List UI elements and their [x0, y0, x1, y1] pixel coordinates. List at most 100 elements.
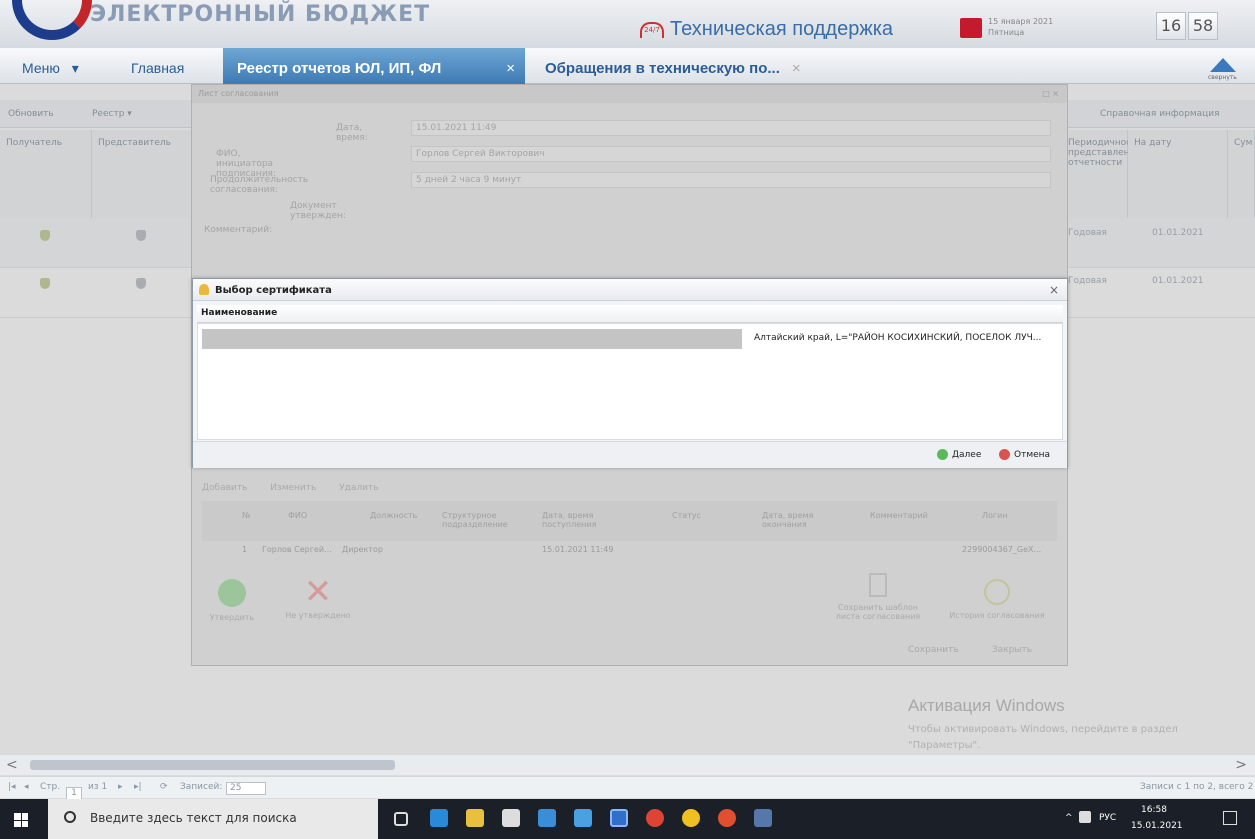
last-page-icon[interactable]: ▸| — [134, 782, 142, 792]
file-explorer-icon[interactable] — [466, 809, 484, 827]
col-header: Структурное подразделение — [442, 511, 508, 529]
cancel-circle-icon — [999, 449, 1010, 460]
tab-reports-registry-label: Реестр отчетов ЮЛ, ИП, ФЛ — [237, 60, 442, 77]
yandex-icon[interactable] — [682, 809, 700, 827]
notifications-icon[interactable] — [1223, 811, 1237, 825]
certificate-row[interactable]: Алтайский край, L="РАЙОН КОСИХИНСКИЙ, ПО… — [202, 329, 1058, 349]
logo-icon — [12, 0, 92, 40]
page-label: Стр. — [40, 782, 61, 792]
support-24-7-icon: 24/7 — [640, 21, 664, 38]
col-header: Статус — [672, 511, 701, 520]
col-header: ФИО — [288, 511, 308, 520]
first-page-icon[interactable]: |◂ — [8, 782, 16, 792]
horizontal-scrollbar[interactable]: < > — [0, 755, 1255, 775]
cancel-button[interactable]: Отмена — [999, 449, 1050, 460]
tab-reports-registry[interactable]: Реестр отчетов ЮЛ, ИП, ФЛ × — [223, 48, 525, 84]
approval-sheet-title: Лист согласования — [198, 89, 279, 98]
cell: 15.01.2021 11:49 — [542, 545, 614, 554]
refresh-icon[interactable]: ⟳ — [160, 782, 168, 792]
chrome-icon[interactable] — [646, 809, 664, 827]
column-header-name[interactable]: Наименование — [197, 305, 1063, 323]
home-tab[interactable]: Главная — [131, 60, 184, 76]
search-icon — [64, 811, 76, 823]
approve-label: Утвердить — [209, 613, 255, 622]
scroll-right-icon[interactable]: > — [1235, 757, 1247, 773]
approver-row[interactable]: 1 Горлов Сергей... Директор 15.01.2021 1… — [202, 541, 1057, 559]
reject-button[interactable]: ✕ Не утверждено — [278, 572, 358, 620]
windows-activation-text: Чтобы активировать Windows, перейдите в … — [908, 724, 1178, 751]
field-label: Документ утвержден: — [290, 201, 346, 221]
tab-support-requests[interactable]: Обращения в техническую по... × — [545, 60, 801, 77]
cell: Директор — [342, 545, 383, 554]
store-icon[interactable] — [502, 809, 520, 827]
x-icon: ✕ — [303, 572, 333, 612]
network-icon[interactable] — [1079, 811, 1091, 823]
cancel-label: Отмена — [1014, 449, 1051, 460]
col-header: Дата, время окончания — [762, 511, 814, 529]
history-label: История согласования — [949, 611, 1045, 620]
next-label: Далее — [952, 449, 982, 460]
add-approver-button[interactable]: Добавить — [202, 483, 247, 493]
scroll-left-icon[interactable]: < — [6, 757, 18, 773]
clock-minutes: 58 — [1188, 12, 1218, 40]
tray-arrow-icon[interactable]: ^ — [1065, 813, 1073, 823]
bg-save-button[interactable]: Сохранить — [908, 645, 959, 655]
windows-start-icon[interactable] — [14, 813, 28, 827]
records-per-page-select[interactable]: 25 — [226, 782, 266, 795]
checkmark-icon — [218, 579, 246, 607]
mail-icon[interactable] — [538, 809, 556, 827]
next-button[interactable]: Далее — [937, 449, 981, 460]
cell: 2299004367_GeX... — [962, 545, 1042, 554]
taskbar-search[interactable]: Введите здесь текст для поиска — [48, 799, 378, 839]
history-button[interactable]: История согласования — [942, 579, 1052, 620]
save-template-button[interactable]: Сохранить шаблон листа согласования — [828, 573, 928, 621]
prev-page-icon[interactable]: ◂ — [24, 782, 29, 792]
close-icon[interactable]: × — [506, 60, 515, 77]
pager: |◂ ◂ Стр. 1 из 1 ▸ ▸| ⟳ Записей: 25 Запи… — [0, 776, 1255, 800]
search-placeholder: Введите здесь текст для поиска — [90, 811, 297, 825]
field-label: Дата, время: — [336, 123, 368, 143]
date-line1: 15 января 2021 — [988, 17, 1054, 26]
approve-button[interactable]: Утвердить — [202, 579, 262, 622]
approval-sheet-titlebar: Лист согласования □ × — [192, 85, 1067, 103]
dialog-titlebar: Выбор сертификата × — [193, 279, 1067, 301]
brand-title: ЭЛЕКТРОННЫЙ БЮДЖЕТ — [90, 2, 431, 27]
close-icon[interactable]: × — [792, 60, 801, 77]
scroll-thumb[interactable] — [30, 760, 395, 770]
chevron-down-icon: ▾ — [71, 60, 79, 76]
window-controls-icon[interactable]: □ × — [1042, 89, 1059, 98]
col-header: № — [242, 511, 251, 520]
key-icon — [199, 284, 209, 295]
menu-button[interactable]: Меню ▾ — [22, 60, 79, 77]
certificate-subject: Алтайский край, L="РАЙОН КОСИХИНСКИЙ, ПО… — [754, 333, 1042, 343]
app-icon[interactable] — [574, 809, 592, 827]
task-view-icon[interactable] — [394, 812, 408, 826]
edit-approver-button[interactable]: Изменить — [270, 483, 316, 493]
page-of: из 1 — [88, 782, 108, 792]
app-icon[interactable] — [754, 809, 772, 827]
remove-approver-button[interactable]: Удалить — [339, 483, 378, 493]
windows-activation-title: Активация Windows — [908, 696, 1065, 715]
close-icon[interactable]: × — [1049, 283, 1059, 297]
approvers-header: № ФИО Должность Структурное подразделени… — [202, 501, 1057, 541]
field-label: Продолжительность согласования: — [210, 175, 309, 195]
menu-label: Меню — [22, 60, 60, 76]
ie-icon[interactable] — [610, 809, 628, 827]
field-value: 5 дней 2 часа 9 минут — [411, 172, 1051, 188]
clock-hours: 16 — [1156, 12, 1186, 40]
edge-icon[interactable] — [430, 809, 448, 827]
header-date: 15 января 2021 Пятница — [988, 16, 1053, 38]
cell: Горлов Сергей... — [262, 545, 332, 554]
field-value: 15.01.2021 11:49 — [411, 120, 1051, 136]
col-header: Дата, время поступления — [542, 511, 597, 529]
language-indicator[interactable]: РУС — [1099, 813, 1116, 823]
field-value: Горлов Сергей Викторович — [411, 146, 1051, 162]
certificate-select-dialog: Выбор сертификата × Наименование Алтайск… — [192, 278, 1068, 468]
tech-support-link[interactable]: 24/7 Техническая поддержка — [640, 18, 893, 41]
col-header: Комментарий — [870, 511, 928, 520]
history-icon — [984, 579, 1010, 605]
next-page-icon[interactable]: ▸ — [118, 782, 123, 792]
tray-time: 16:58 — [1141, 805, 1167, 815]
app-badge-icon[interactable] — [718, 809, 736, 827]
bg-close-button[interactable]: Закрыть — [992, 645, 1032, 655]
